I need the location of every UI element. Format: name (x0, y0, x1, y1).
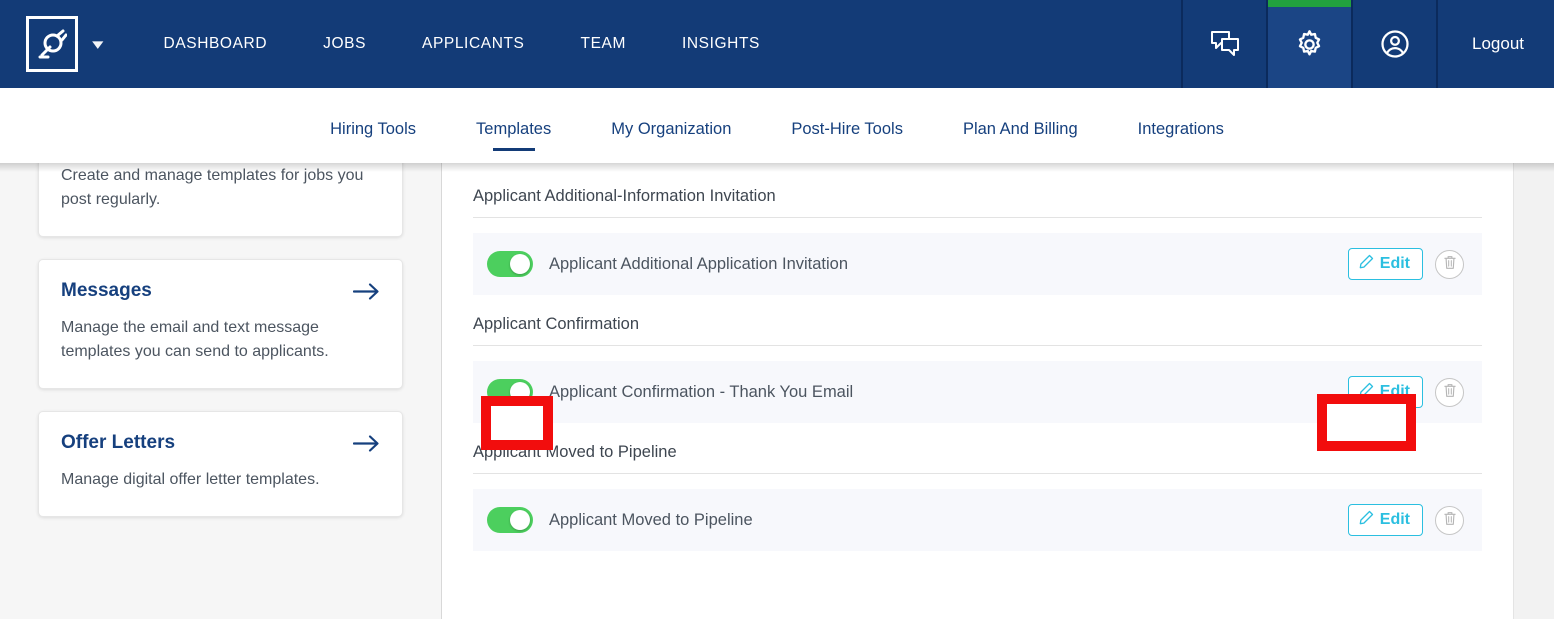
templates-sidebar: Create and manage templates for jobs you… (0, 163, 442, 619)
template-name: Applicant Moved to Pipeline (549, 510, 753, 529)
pencil-icon (1359, 254, 1374, 274)
edit-button[interactable]: Edit (1347, 504, 1423, 536)
toggle-knob (510, 254, 530, 274)
toggle-knob (510, 510, 530, 530)
table-row: Applicant Moved to Pipeline Edit (473, 489, 1482, 551)
sidebar-card-title: Offer Letters (61, 432, 176, 453)
trash-icon (1443, 383, 1457, 401)
sidebar-card-head: Offer Letters (61, 432, 380, 454)
trash-icon (1443, 255, 1457, 273)
arrow-right-icon[interactable] (353, 434, 380, 453)
sidebar-card-desc: Manage digital offer letter templates. (61, 471, 320, 488)
chat-bubbles-icon (1210, 30, 1240, 58)
plug-logo-icon[interactable] (26, 16, 78, 72)
table-row: Applicant Confirmation - Thank You Email… (473, 361, 1482, 423)
section-header-additional-information-invitation: Applicant Additional-Information Invitat… (473, 163, 1482, 218)
page-body: Create and manage templates for jobs you… (0, 163, 1554, 619)
edit-button-label: Edit (1379, 383, 1410, 400)
section-header-applicant-confirmation: Applicant Confirmation (473, 295, 1482, 346)
edit-button-label: Edit (1379, 511, 1410, 528)
tab-hiring-tools[interactable]: Hiring Tools (300, 88, 446, 139)
toggle-knob (510, 382, 530, 402)
nav-applicants[interactable]: APPLICANTS (394, 0, 552, 88)
template-enable-toggle[interactable] (487, 379, 533, 405)
template-enable-toggle[interactable] (487, 507, 533, 533)
messages-tab[interactable] (1181, 0, 1266, 88)
pencil-icon (1359, 510, 1374, 530)
template-enable-toggle[interactable] (487, 251, 533, 277)
template-name: Applicant Additional Application Invitat… (549, 254, 849, 273)
tab-my-organization[interactable]: My Organization (581, 88, 761, 139)
nav-jobs[interactable]: JOBS (295, 0, 394, 88)
tab-integrations[interactable]: Integrations (1108, 88, 1254, 139)
header-spacer (788, 0, 1181, 88)
logout-button[interactable]: Logout (1472, 34, 1524, 54)
account-tab[interactable] (1351, 0, 1436, 88)
table-row: Applicant Additional Application Invitat… (473, 233, 1482, 295)
settings-tab[interactable] (1266, 0, 1351, 88)
sidebar-card-messages[interactable]: Messages Manage the email and text messa… (38, 259, 403, 389)
delete-button[interactable] (1435, 249, 1464, 279)
nav-dashboard[interactable]: DASHBOARD (136, 0, 296, 88)
settings-subnav: Hiring Tools Templates My Organization P… (0, 88, 1554, 163)
row-actions: Edit (1347, 376, 1464, 408)
gear-icon (1294, 29, 1325, 60)
sidebar-card-head: Messages (61, 280, 380, 302)
trash-icon (1443, 511, 1457, 529)
edit-button[interactable]: Edit (1347, 248, 1423, 280)
top-header: ▾ DASHBOARD JOBS APPLICANTS TEAM INSIGHT… (0, 0, 1554, 88)
section-header-applicant-moved-to-pipeline: Applicant Moved to Pipeline (473, 423, 1482, 474)
main-navigation: DASHBOARD JOBS APPLICANTS TEAM INSIGHTS (136, 0, 788, 88)
sidebar-card-job-templates[interactable]: Create and manage templates for jobs you… (38, 163, 403, 237)
tab-templates[interactable]: Templates (446, 88, 581, 139)
row-actions: Edit (1347, 248, 1464, 280)
templates-list-inner: Applicant Additional-Information Invitat… (442, 163, 1513, 619)
delete-button[interactable] (1435, 377, 1464, 407)
content-gutter (1513, 163, 1554, 619)
logo-zone[interactable]: ▾ (0, 0, 108, 88)
logout-zone: Logout (1436, 0, 1554, 88)
nav-team[interactable]: TEAM (553, 0, 654, 88)
edit-button-label: Edit (1379, 255, 1410, 272)
template-name: Applicant Confirmation - Thank You Email (549, 382, 854, 401)
sidebar-card-desc: Manage the email and text message templa… (61, 319, 329, 360)
templates-list-panel: Applicant Additional-Information Invitat… (442, 163, 1554, 619)
pencil-icon (1359, 382, 1374, 402)
header-icon-tabs (1181, 0, 1436, 88)
sidebar-card-title: Messages (61, 280, 152, 301)
nav-insights[interactable]: INSIGHTS (654, 0, 788, 88)
delete-button[interactable] (1435, 505, 1464, 535)
tab-plan-and-billing[interactable]: Plan And Billing (933, 88, 1108, 139)
edit-button[interactable]: Edit (1347, 376, 1423, 408)
row-actions: Edit (1347, 504, 1464, 536)
tab-post-hire-tools[interactable]: Post-Hire Tools (761, 88, 933, 139)
chevron-down-icon[interactable]: ▾ (92, 37, 103, 52)
user-circle-icon (1380, 29, 1410, 59)
arrow-right-icon[interactable] (353, 282, 380, 301)
sidebar-card-offer-letters[interactable]: Offer Letters Manage digital offer lette… (38, 411, 403, 517)
sidebar-card-desc: Create and manage templates for jobs you… (61, 167, 364, 208)
